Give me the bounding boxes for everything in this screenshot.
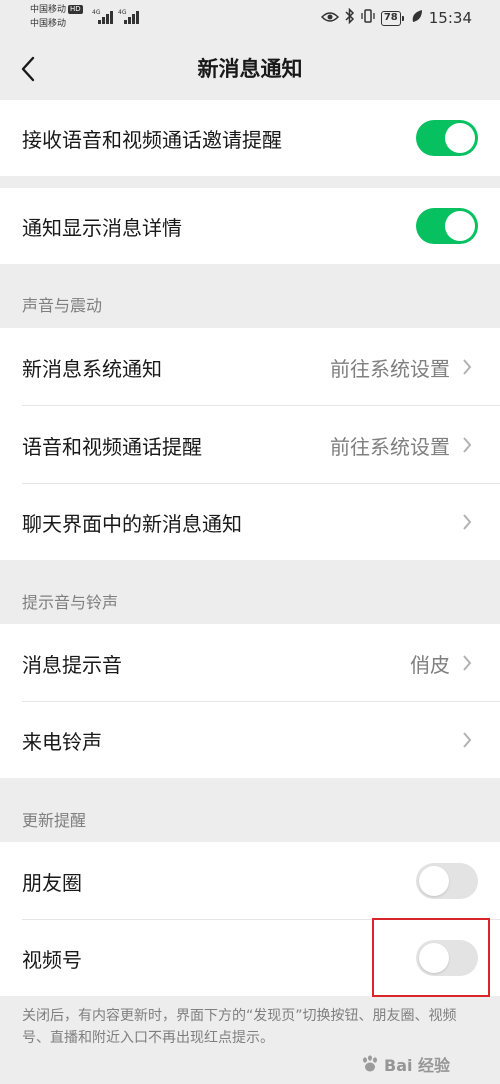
setting-label: 接收语音和视频通话邀请提醒: [22, 127, 282, 152]
chevron-right-icon: [462, 702, 476, 778]
signal-icon-1: [98, 10, 118, 24]
toggle-switch[interactable]: [416, 863, 478, 899]
watermark: Bai 经验: [360, 1050, 450, 1078]
highlight-box: [372, 918, 490, 997]
setting-row-message-sound[interactable]: 消息提示音 俏皮: [0, 624, 500, 702]
battery-icon: 78: [380, 10, 404, 26]
toggle-switch[interactable]: [416, 208, 478, 244]
eye-icon: [320, 9, 339, 27]
paw-icon: [363, 1055, 377, 1072]
leaf-icon: [411, 9, 423, 27]
setting-row-message-details[interactable]: 通知显示消息详情: [0, 188, 500, 264]
nav-bar: 新消息通知: [0, 40, 500, 100]
setting-value: 俏皮: [410, 652, 450, 677]
chevron-right-icon: [462, 484, 476, 560]
setting-label: 新消息系统通知: [22, 356, 162, 381]
setting-label: 来电铃声: [22, 729, 102, 754]
setting-value: 前往系统设置: [330, 434, 450, 459]
setting-value: 前往系统设置: [330, 356, 450, 381]
chevron-right-icon: [462, 406, 476, 484]
hd-badge: HD: [68, 5, 83, 14]
setting-label: 朋友圈: [22, 870, 82, 895]
section-header-ringtone: 提示音与铃声: [22, 593, 119, 612]
status-icons: 78 15:34: [320, 7, 472, 28]
carrier-1: 中国移动 HD: [30, 5, 83, 15]
clock-time: 15:34: [428, 9, 472, 27]
setting-row-chat-notification[interactable]: 聊天界面中的新消息通知: [0, 484, 500, 560]
status-bar: 中国移动 HD 中国移动 4G 4G 78 15:34: [0, 0, 500, 40]
section-header-sound: 声音与震动: [22, 296, 103, 315]
setting-row-ringtone[interactable]: 来电铃声: [0, 702, 500, 778]
signal-icon-2: [124, 10, 144, 24]
toggle-switch[interactable]: [416, 120, 478, 156]
setting-label: 语音和视频通话提醒: [22, 434, 202, 459]
setting-label: 消息提示音: [22, 652, 122, 677]
carrier-2: 中国移动: [30, 19, 67, 29]
bluetooth-icon: [345, 7, 355, 28]
setting-label: 聊天界面中的新消息通知: [22, 511, 242, 536]
setting-label: 通知显示消息详情: [22, 215, 182, 240]
chevron-right-icon: [462, 328, 476, 406]
page-title: 新消息通知: [197, 57, 303, 81]
section-header-update: 更新提醒: [22, 811, 87, 830]
setting-label: 视频号: [22, 947, 82, 972]
setting-row-system-notification[interactable]: 新消息系统通知 前往系统设置: [0, 328, 500, 406]
footnote: 关闭后，有内容更新时，界面下方的“发现页”切换按钮、朋友圈、视频号、直播和附近入…: [22, 1008, 457, 1046]
setting-row-moments[interactable]: 朋友圈: [0, 842, 500, 920]
vibrate-icon: [361, 9, 375, 27]
watermark-text: Bai 经验: [384, 1056, 451, 1075]
chevron-right-icon: [462, 624, 476, 702]
setting-row-call-invite[interactable]: 接收语音和视频通话邀请提醒: [0, 100, 500, 176]
setting-row-call-reminder[interactable]: 语音和视频通话提醒 前往系统设置: [0, 406, 500, 484]
